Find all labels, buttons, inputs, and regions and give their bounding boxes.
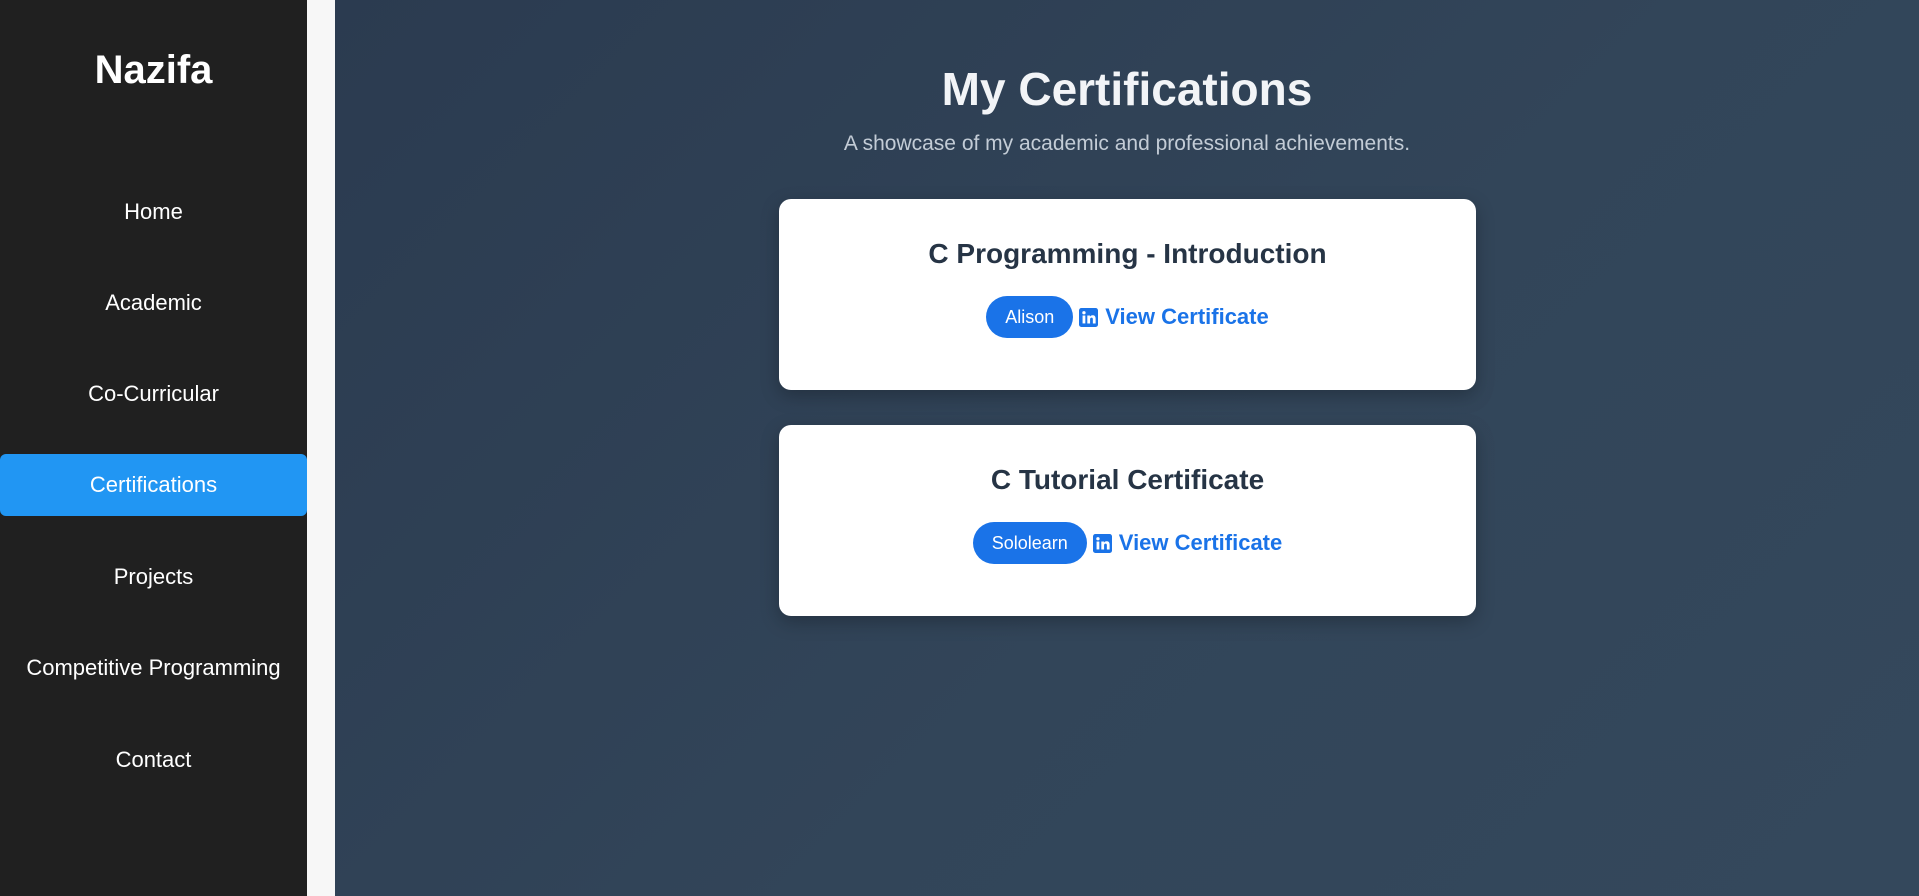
view-certificate-link[interactable]: View Certificate [1092,530,1283,556]
sidebar-item-academic[interactable]: Academic [0,272,307,334]
sidebar-item-co-curricular[interactable]: Co-Curricular [0,363,307,425]
linkedin-icon [1079,307,1099,327]
certification-meta: Sololearn View Certificate [779,522,1476,564]
sidebar-item-projects[interactable]: Projects [0,546,307,608]
page-subtitle: A showcase of my academic and profession… [843,132,1411,155]
sidebar-gutter [307,0,335,896]
view-certificate-label: View Certificate [1118,530,1283,555]
sidebar-item-contact[interactable]: Contact [0,729,307,791]
certification-title: C Programming - Introduction [928,238,1327,269]
sidebar-item-home[interactable]: Home [0,181,307,243]
brand-name: Nazifa [94,48,213,92]
page-title: My Certifications [941,63,1313,115]
certification-card: C Tutorial Certificate Sololearn View Ce… [779,425,1476,616]
sidebar-item-certifications[interactable]: Certifications [0,454,307,516]
certification-meta: Alison View Certificate [779,296,1476,338]
sidebar-item-competitive-programming[interactable]: Competitive Programming [0,637,307,699]
certification-title: C Tutorial Certificate [990,464,1265,495]
issuer-badge: Sololearn [972,522,1087,564]
page: Nazifa Home Academic Co-Curricular Certi… [0,0,1919,896]
view-certificate-label: View Certificate [1105,304,1269,329]
sidebar: Nazifa Home Academic Co-Curricular Certi… [0,0,307,896]
main-content: My Certifications A showcase of my acade… [335,0,1919,896]
linkedin-icon [1092,533,1112,553]
view-certificate-link[interactable]: View Certificate [1079,304,1269,330]
certification-card: C Programming - Introduction Alison View… [779,199,1476,390]
issuer-badge: Alison [986,296,1074,338]
